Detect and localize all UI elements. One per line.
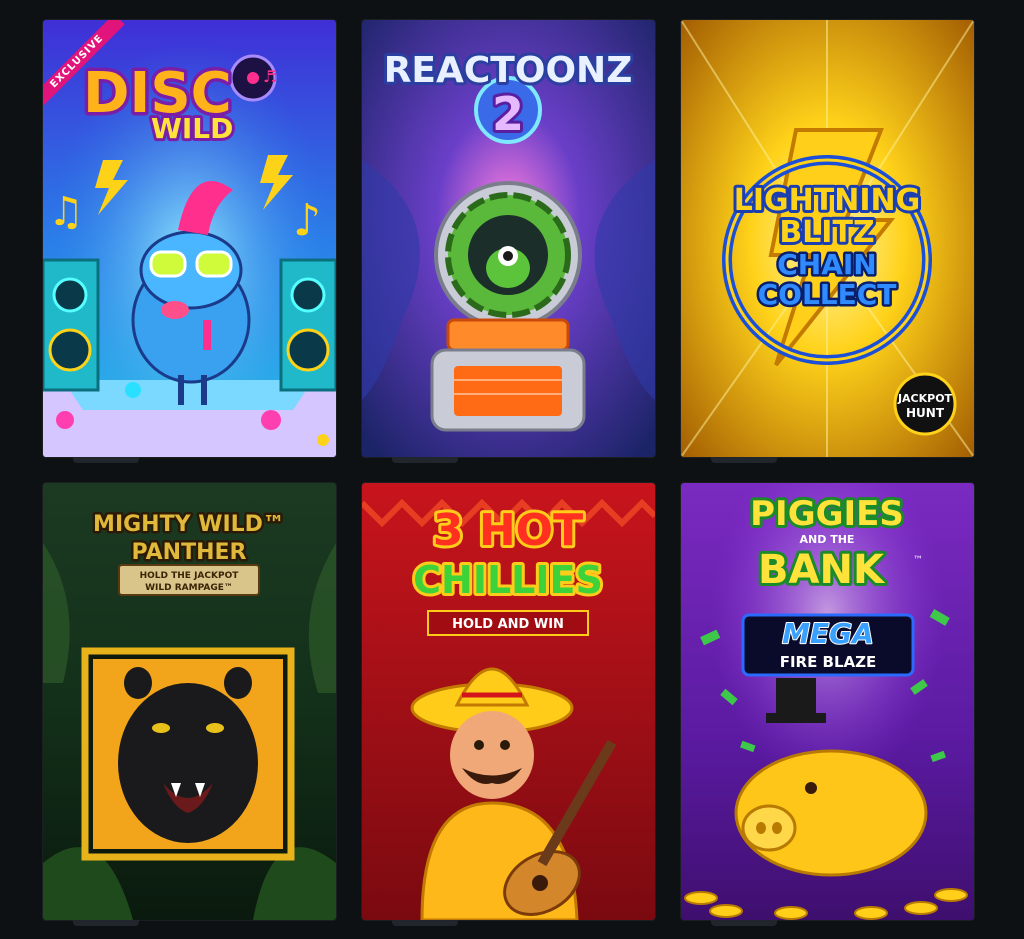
game-thumbnail-3-hot-chillies: 3 HOT CHILLIES HOLD AND WIN	[362, 483, 655, 920]
game-thumbnail-disco-wild: ♫ ♪ ♬ DISC WILD	[43, 20, 336, 457]
game-title-line1: MIGHTY WILD™	[93, 512, 285, 537]
game-title-line4: COLLECT	[758, 278, 897, 311]
trademark-mark: ™	[913, 555, 923, 566]
game-title-line1: 3 HOT	[433, 505, 583, 556]
music-note-icon: ♫	[48, 189, 84, 235]
game-thumbnail-piggies-and-the-bank: PIGGIES AND THE BANK ™ MEGA FIRE BLAZE	[681, 483, 974, 920]
game-title-line2: CHILLIES	[413, 558, 603, 602]
game-tile-piggies-and-the-bank[interactable]: PIGGIES AND THE BANK ™ MEGA FIRE BLAZE	[681, 483, 974, 920]
game-title-line1: PIGGIES	[750, 494, 904, 534]
game-title-line2: BLITZ	[779, 215, 874, 250]
tile-tab	[392, 920, 458, 926]
tile-tab	[73, 457, 139, 463]
game-tile-reactoonz-2[interactable]: REACTOONZ 2	[362, 20, 655, 457]
game-subtitle-line1: HOLD THE JACKPOT	[140, 571, 240, 581]
game-title-line2: BANK	[758, 547, 886, 593]
game-thumbnail-reactoonz-2: REACTOONZ 2	[362, 20, 655, 457]
game-title-small: AND THE	[800, 533, 855, 546]
game-tile-mighty-wild-panther[interactable]: MIGHTY WILD™ PANTHER HOLD THE JACKPOT WI…	[43, 483, 336, 920]
game-title-line1: REACTOONZ	[384, 50, 633, 91]
game-title-line3: CHAIN	[777, 248, 877, 281]
music-note-icon: ♬	[263, 67, 277, 86]
tile-tab	[392, 457, 458, 463]
jackpot-hunt-badge-line2: HUNT	[906, 406, 945, 420]
game-title-line2: 2	[492, 87, 524, 141]
game-title-line2: WILD	[151, 112, 233, 145]
game-title-line4: FIRE BLAZE	[780, 653, 877, 671]
game-tile-3-hot-chillies[interactable]: 3 HOT CHILLIES HOLD AND WIN	[362, 483, 655, 920]
game-title-line2: PANTHER	[132, 540, 247, 565]
music-note-icon: ♪	[293, 195, 321, 246]
game-thumbnail-lightning-blitz: LIGHTNING BLITZ CHAIN COLLECT JACKPOT HU…	[681, 20, 974, 457]
game-grid: ♫ ♪ ♬ DISC WILD EXCLUSIVE REACTOONZ 2 LI…	[0, 0, 1024, 939]
game-tile-disco-wild[interactable]: ♫ ♪ ♬ DISC WILD EXCLUSIVE	[43, 20, 336, 457]
game-subtitle: HOLD AND WIN	[452, 617, 564, 632]
game-subtitle-line2: WILD RAMPAGE™	[145, 583, 233, 593]
game-title-line3: MEGA	[782, 617, 874, 650]
game-title-line1: LIGHTNING	[734, 183, 920, 218]
tile-tab	[73, 920, 139, 926]
game-thumbnail-mighty-wild-panther: MIGHTY WILD™ PANTHER HOLD THE JACKPOT WI…	[43, 483, 336, 920]
tile-tab	[711, 457, 777, 463]
jackpot-hunt-badge-line1: JACKPOT	[897, 392, 953, 405]
tile-tab	[711, 920, 777, 926]
game-tile-lightning-blitz-chain-collect[interactable]: LIGHTNING BLITZ CHAIN COLLECT JACKPOT HU…	[681, 20, 974, 457]
